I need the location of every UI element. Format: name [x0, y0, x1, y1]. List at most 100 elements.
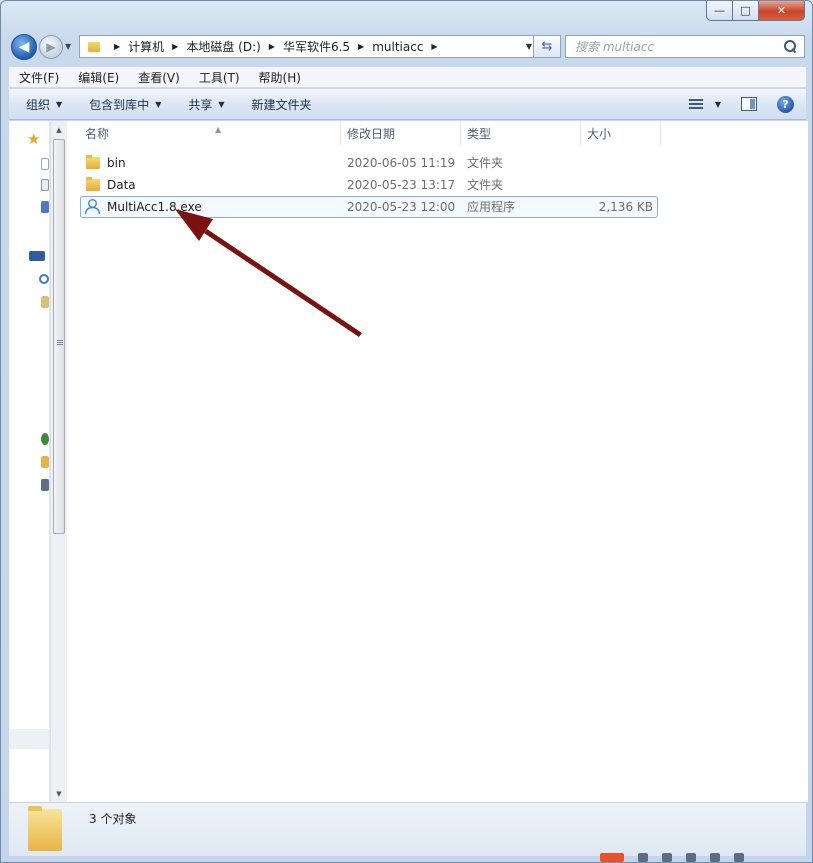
refresh-button[interactable]: ⇆ — [533, 35, 561, 58]
search-box[interactable] — [565, 35, 805, 58]
file-type: 文件夹 — [467, 156, 504, 170]
address-folder-icon — [88, 41, 100, 52]
share-button[interactable]: 共享 ▼ — [171, 96, 234, 113]
file-row-bin[interactable]: bin 2020-06-05 11:19 文件夹 — [81, 153, 657, 173]
chevron-down-icon: ▼ — [218, 99, 225, 109]
column-header-date[interactable]: 修改日期 — [341, 121, 461, 145]
breadcrumb-separator-icon[interactable]: ▶ — [114, 42, 120, 51]
navigation-pane: ★ — [9, 121, 50, 802]
tray-icon[interactable] — [686, 853, 696, 862]
sort-ascending-icon: ▲ — [215, 125, 222, 134]
breadcrumb-local-disk[interactable]: 本地磁盘 (D:) — [186, 38, 260, 55]
file-row-multiacc-exe[interactable]: MultiAcc1.8.exe 2020-05-23 12:00 应用程序 2,… — [80, 196, 658, 218]
recent-pages-dropdown-icon[interactable]: ▼ — [65, 42, 71, 51]
annotation-arrow-shaft — [204, 229, 362, 337]
preview-pane-icon[interactable] — [741, 97, 757, 111]
column-header-type[interactable]: 类型 — [461, 121, 581, 145]
breadcrumb-computer[interactable]: 计算机 — [128, 38, 164, 55]
input-method-icon[interactable] — [600, 853, 624, 862]
annotation-arrow — [175, 209, 362, 337]
libraries-icon[interactable] — [29, 251, 45, 261]
status-bar: 3 个对象 — [9, 802, 806, 856]
change-view-icon[interactable] — [688, 98, 705, 110]
menu-view[interactable]: 查看(V) — [128, 69, 189, 86]
explorer-window: — □ ✕ ◀ ▶ ▼ ▶ 计算机 ▶ 本地磁盘 (D:) ▶ 华军软件6.5 … — [0, 0, 813, 863]
menu-tools[interactable]: 工具(T) — [189, 69, 249, 86]
tray-icon[interactable] — [662, 853, 672, 862]
forward-button[interactable]: ▶ — [39, 35, 63, 59]
file-name: bin — [107, 156, 126, 170]
file-name: MultiAcc1.8.exe — [107, 200, 202, 214]
file-date: 2020-06-05 11:19 — [347, 156, 456, 170]
folder-tree-icon[interactable] — [41, 456, 49, 468]
navigation-pane-footer — [9, 729, 49, 749]
breadcrumb-separator-icon[interactable]: ▶ — [431, 42, 437, 51]
scroll-down-icon[interactable]: ▼ — [51, 785, 67, 802]
status-folder-icon — [28, 806, 62, 851]
new-folder-button[interactable]: 新建文件夹 — [235, 96, 322, 113]
network-icon[interactable] — [41, 433, 49, 445]
view-options-chevron-icon[interactable]: ▼ — [715, 100, 721, 109]
scroll-up-icon[interactable]: ▲ — [51, 121, 67, 138]
menu-edit[interactable]: 编辑(E) — [68, 69, 128, 86]
file-type: 文件夹 — [467, 178, 504, 192]
chevron-down-icon: ▼ — [56, 99, 63, 109]
grip-icon — [57, 340, 63, 346]
caption-buttons: — □ ✕ — [706, 1, 805, 21]
file-row-data[interactable]: Data 2020-05-23 13:17 文件夹 — [81, 175, 657, 195]
application-icon — [84, 199, 101, 215]
organize-button[interactable]: 组织 ▼ — [9, 96, 72, 113]
toolbar-right: ▼ ? — [688, 95, 806, 113]
maximize-button[interactable]: □ — [733, 1, 759, 21]
homegroup-icon[interactable] — [39, 274, 49, 284]
menu-help[interactable]: 帮助(H) — [249, 69, 310, 86]
item-count: 3 个对象 — [89, 812, 137, 826]
tray-icon[interactable] — [710, 853, 720, 862]
folder-icon — [86, 155, 100, 169]
breadcrumb-huajun[interactable]: 华军软件6.5 — [283, 38, 350, 55]
chevron-down-icon: ▼ — [155, 99, 162, 109]
search-icon[interactable] — [784, 40, 797, 53]
scrollbar-thumb[interactable] — [53, 139, 65, 534]
drive-icon[interactable] — [41, 479, 49, 491]
tray-icon[interactable] — [734, 853, 744, 862]
column-headers: 名称 ▲ 修改日期 类型 大小 — [67, 121, 661, 145]
column-header-size[interactable]: 大小 — [581, 121, 661, 145]
address-bar[interactable]: ▶ 计算机 ▶ 本地磁盘 (D:) ▶ 华军软件6.5 ▶ multiacc ▶… — [79, 35, 537, 58]
breadcrumb-separator-icon[interactable]: ▶ — [358, 42, 364, 51]
breadcrumb-separator-icon[interactable]: ▶ — [269, 42, 275, 51]
back-button[interactable]: ◀ — [11, 34, 37, 60]
downloads-icon[interactable] — [41, 179, 49, 191]
column-header-name[interactable]: 名称 ▲ — [79, 121, 341, 145]
recent-places-icon[interactable] — [41, 201, 49, 213]
file-type: 应用程序 — [467, 200, 516, 214]
close-button[interactable]: ✕ — [759, 1, 805, 21]
file-name: Data — [107, 178, 136, 192]
new-folder-label: 新建文件夹 — [251, 97, 312, 112]
menu-file[interactable]: 文件(F) — [9, 69, 68, 86]
help-icon[interactable]: ? — [777, 95, 794, 113]
menu-bar: 文件(F) 编辑(E) 查看(V) 工具(T) 帮助(H) — [9, 67, 806, 88]
desktop-icon[interactable] — [41, 158, 49, 170]
file-date: 2020-05-23 13:17 — [347, 178, 456, 192]
include-in-library-button[interactable]: 包含到库中 ▼ — [72, 96, 171, 113]
breadcrumb-multiacc[interactable]: multiacc — [372, 40, 423, 54]
organize-label: 组织 — [26, 97, 51, 112]
navigation-pane-scrollbar[interactable]: ▲ ▼ — [50, 121, 67, 802]
computer-icon[interactable] — [41, 296, 49, 308]
taskbar-tray — [600, 852, 813, 863]
column-header-name-label: 名称 — [85, 127, 110, 141]
file-date: 2020-05-23 12:00 — [347, 200, 456, 214]
file-size — [587, 153, 653, 173]
minimize-button[interactable]: — — [706, 1, 733, 21]
navigation-row: ◀ ▶ ▼ ▶ 计算机 ▶ 本地磁盘 (D:) ▶ 华军软件6.5 ▶ mult… — [9, 32, 805, 62]
breadcrumb-separator-icon[interactable]: ▶ — [172, 42, 178, 51]
include-in-library-label: 包含到库中 — [89, 97, 150, 112]
file-list: 名称 ▲ 修改日期 类型 大小 bin 2020-06-05 11:19 文件夹… — [67, 121, 808, 802]
search-input[interactable] — [566, 39, 784, 54]
file-size: 2,136 KB — [598, 200, 653, 214]
tray-icon[interactable] — [638, 853, 648, 862]
favorites-star-icon[interactable]: ★ — [27, 131, 43, 147]
share-label: 共享 — [188, 97, 213, 112]
file-size — [587, 175, 653, 195]
